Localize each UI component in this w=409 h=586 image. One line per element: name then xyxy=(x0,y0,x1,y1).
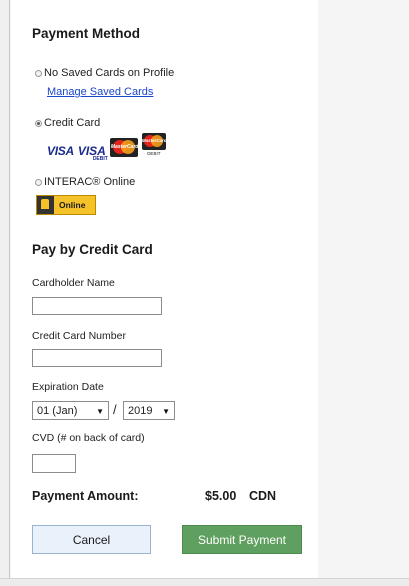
credit-card-label: Credit Card xyxy=(44,117,101,129)
interac-online-logo-icon: Online xyxy=(36,195,96,215)
manage-saved-cards-link[interactable]: Manage Saved Cards xyxy=(47,86,153,98)
mastercard-logo-icon: MasterCard xyxy=(109,138,138,157)
payment-amount-label: Payment Amount: xyxy=(32,489,139,503)
cvd-input[interactable] xyxy=(32,454,76,473)
expiration-date-label: Expiration Date xyxy=(32,381,104,393)
chevron-down-icon: ▼ xyxy=(96,407,104,416)
visa-debit-logo-icon: VISA DEBIT xyxy=(78,145,108,162)
card-number-label: Credit Card Number xyxy=(32,330,126,342)
window-left-frame xyxy=(0,0,10,586)
saved-cards-label: No Saved Cards on Profile xyxy=(44,67,175,79)
pay-by-card-title: Pay by Credit Card xyxy=(32,242,153,257)
mastercard-wordmark: MasterCard xyxy=(110,144,138,150)
interac-logo-text: Online xyxy=(59,200,86,210)
visa-debit-sub: DEBIT xyxy=(92,156,108,162)
mastercard-debit-sub: DEBIT xyxy=(147,151,161,156)
window-bottom-frame xyxy=(0,578,409,586)
expiration-year-select[interactable]: 2019 ▼ xyxy=(123,401,175,420)
visa-logo-icon: VISA xyxy=(47,144,74,158)
expiration-month-select[interactable]: 01 (Jan) ▼ xyxy=(32,401,109,420)
payment-currency: CDN xyxy=(249,489,277,503)
cvd-label: CVD (# on back of card) xyxy=(32,432,145,444)
mastercard-debit-logo-icon: MasterCard DEBIT xyxy=(141,133,166,157)
option-credit-card[interactable]: Credit Card xyxy=(35,117,100,129)
mastercard-debit-wordmark: MasterCard xyxy=(141,138,166,143)
interac-hand-icon xyxy=(37,196,54,214)
interac-label: INTERAC® Online xyxy=(44,176,136,188)
expiration-separator: / xyxy=(113,402,117,417)
cancel-button[interactable]: Cancel xyxy=(32,525,151,554)
right-background xyxy=(318,0,409,578)
cardholder-name-input[interactable] xyxy=(32,297,162,315)
submit-payment-button[interactable]: Submit Payment xyxy=(182,525,302,554)
payment-amount-value: $5.00 xyxy=(205,489,237,503)
chevron-down-icon: ▼ xyxy=(162,407,170,416)
option-saved-cards[interactable]: No Saved Cards on Profile xyxy=(35,67,174,79)
payment-method-title: Payment Method xyxy=(32,26,141,41)
saved-cards-radio[interactable] xyxy=(35,69,42,77)
card-logos: VISA VISA DEBIT MasterCard MasterCard DE… xyxy=(47,133,166,162)
credit-card-radio[interactable] xyxy=(35,119,42,127)
expiration-month-value: 01 (Jan) xyxy=(37,404,78,417)
expiration-year-value: 2019 xyxy=(128,404,153,417)
card-number-input[interactable] xyxy=(32,349,162,367)
interac-radio[interactable] xyxy=(35,178,42,186)
option-interac[interactable]: INTERAC® Online xyxy=(35,176,135,188)
cardholder-name-label: Cardholder Name xyxy=(32,277,115,289)
